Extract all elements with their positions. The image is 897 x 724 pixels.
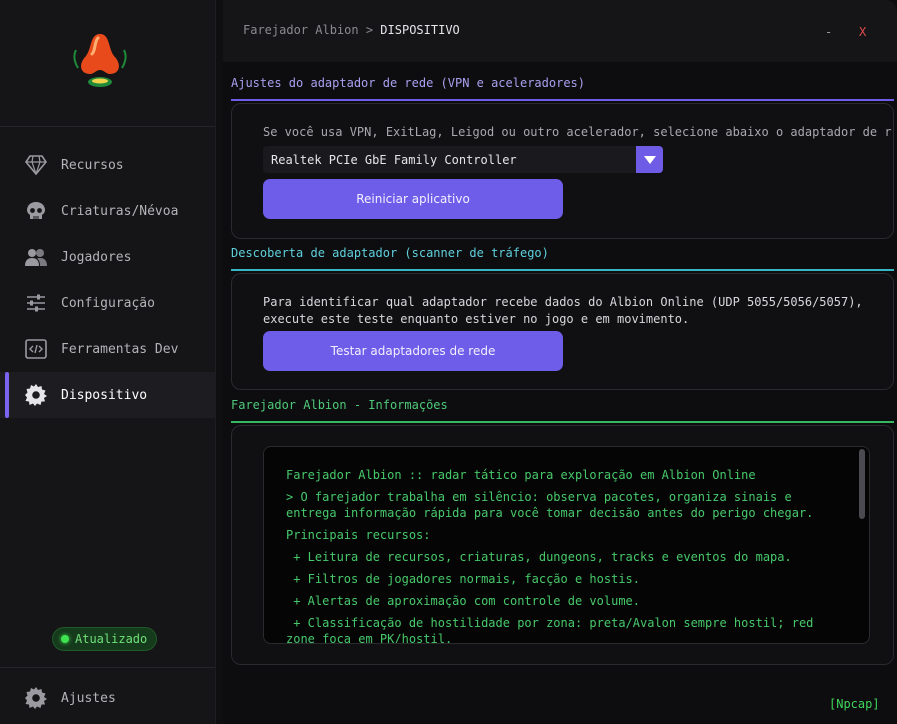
main-panel: Farejador Albion > DISPOSITIVO - X Ajust… (223, 0, 897, 724)
chevron-down-icon[interactable] (636, 146, 663, 173)
discovery-description-line1: Para identificar qual adaptador recebe d… (263, 295, 863, 309)
sidebar-item-jogadores[interactable]: Jogadores (0, 234, 215, 280)
sidebar-item-label: Criaturas/Névoa (61, 203, 179, 219)
breadcrumb: Farejador Albion > DISPOSITIVO (243, 23, 460, 37)
gear-icon (24, 686, 48, 710)
section-title-info: Farejador Albion - Informações (231, 398, 448, 412)
breadcrumb-current: DISPOSITIVO (380, 23, 460, 37)
sidebar-item-recursos[interactable]: Recursos (0, 142, 215, 188)
app-logo (73, 34, 127, 87)
scrollbar-thumb[interactable] (859, 449, 865, 519)
log-line: + Alertas de aproximação com controle de… (286, 594, 641, 608)
diamond-icon (24, 153, 48, 177)
users-icon (24, 245, 48, 269)
status-badge: Atualizado (52, 627, 158, 651)
title-bar: Farejador Albion > DISPOSITIVO - X (223, 0, 897, 62)
sidebar-item-label: Configuração (61, 295, 155, 311)
settings-label: Ajustes (61, 690, 116, 706)
breadcrumb-separator: > (365, 23, 374, 37)
status-text: Atualizado (75, 632, 148, 646)
log-line: > O farejador trabalha em silêncio: obse… (286, 490, 792, 504)
log-line: + Classificação de hostilidade por zona:… (286, 616, 814, 630)
section-divider (231, 269, 894, 271)
gear-icon (24, 383, 48, 407)
minimize-button[interactable]: - (825, 25, 832, 39)
code-icon (24, 337, 48, 361)
sidebar-item-ferramentas-dev[interactable]: Ferramentas Dev (0, 326, 215, 372)
section-divider (231, 421, 894, 423)
adapter-description: Se você usa VPN, ExitLag, Leigod ou outr… (263, 125, 892, 139)
sidebar-item-criaturas[interactable]: Criaturas/Névoa (0, 188, 215, 234)
discovery-description-line2: execute este teste enquanto estiver no j… (263, 312, 690, 326)
sidebar-item-label: Jogadores (61, 249, 132, 265)
section-divider (231, 99, 894, 101)
sidebar-item-configuracao[interactable]: Configuração (0, 280, 215, 326)
sidebar-nav: Recursos Criaturas/Névoa Jogadores Confi… (0, 142, 215, 418)
sidebar: Recursos Criaturas/Névoa Jogadores Confi… (0, 0, 216, 724)
logo-area (0, 0, 215, 127)
test-adapters-button[interactable]: Testar adaptadores de rede (263, 331, 563, 371)
log-line: Principais recursos: (286, 528, 431, 542)
log-line: + Leitura de recursos, criaturas, dungeo… (286, 550, 792, 564)
log-line: + Filtros de jogadores normais, facção e… (286, 572, 641, 586)
sidebar-item-label: Dispositivo (61, 387, 148, 403)
breadcrumb-root[interactable]: Farejador Albion (243, 23, 359, 37)
status-dot-icon (61, 635, 69, 643)
section-title-adapter: Ajustes do adaptador de rede (VPN e acel… (231, 76, 586, 90)
log-line: entrega informação rápida para você toma… (286, 506, 814, 520)
sidebar-item-ajustes[interactable]: Ajustes (24, 686, 116, 710)
sidebar-item-dispositivo[interactable]: Dispositivo (0, 372, 215, 418)
sidebar-item-label: Recursos (61, 157, 124, 173)
info-log[interactable]: Farejador Albion :: radar tático para ex… (263, 446, 870, 644)
section-title-discovery: Descoberta de adaptador (scanner de tráf… (231, 246, 549, 260)
sidebar-item-label: Ferramentas Dev (61, 341, 179, 357)
close-button[interactable]: X (859, 25, 866, 39)
sliders-icon (24, 291, 48, 315)
adapter-select-value: Realtek PCIe GbE Family Controller (271, 152, 517, 167)
restart-app-button[interactable]: Reiniciar aplicativo (263, 179, 563, 219)
log-line: zone foca em PK/hostil. (286, 632, 453, 644)
log-line: Farejador Albion :: radar tático para ex… (286, 468, 756, 482)
adapter-select[interactable]: Realtek PCIe GbE Family Controller (263, 146, 663, 173)
skull-icon (24, 199, 48, 223)
divider (0, 667, 215, 668)
npcap-label: [Npcap] (829, 697, 880, 711)
